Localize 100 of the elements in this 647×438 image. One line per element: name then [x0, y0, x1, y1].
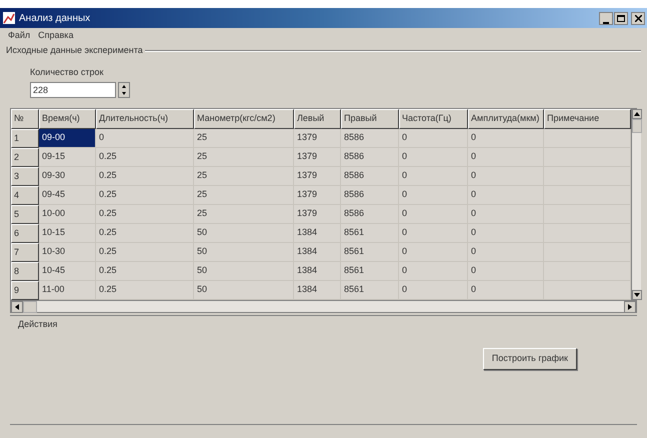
minimize-button[interactable] — [599, 12, 613, 24]
table-cell: 11-00 — [39, 281, 96, 300]
column-header[interactable]: Частота(Гц) — [399, 109, 468, 129]
scroll-thumb[interactable] — [23, 300, 37, 312]
close-button[interactable] — [631, 12, 645, 24]
table-cell: 50 — [194, 243, 294, 262]
group-title: Действия — [17, 318, 58, 331]
table-cell: 0 — [399, 167, 468, 186]
plot-button[interactable]: Построить график — [482, 348, 577, 370]
table-cell: 0 — [399, 205, 468, 224]
table-cell: 1379 — [294, 148, 341, 167]
row-header[interactable]: 6 — [11, 224, 39, 243]
close-icon — [634, 14, 642, 22]
menu-item[interactable]: Файл — [8, 29, 30, 43]
table-cell: 0 — [96, 129, 194, 148]
table-cell: 0.25 — [96, 148, 194, 167]
table-cell: 0 — [468, 224, 544, 243]
table-cell: 0.25 — [96, 205, 194, 224]
table-cell: 8561 — [341, 262, 399, 281]
column-header[interactable]: Примечание — [544, 109, 631, 129]
table-cell: 0 — [399, 224, 468, 243]
table-cell: 8586 — [341, 167, 399, 186]
row-header[interactable]: 3 — [11, 167, 39, 186]
table-cell: 09-30 — [39, 167, 96, 186]
table-cell: 09-15 — [39, 148, 96, 167]
table-cell: 09-00 — [39, 129, 96, 148]
table-cell: 0 — [468, 186, 544, 205]
up-arrow-icon — [634, 112, 640, 116]
spin-button[interactable] — [118, 82, 130, 98]
table-cell: 1379 — [294, 167, 341, 186]
table-cell: 50 — [194, 224, 294, 243]
table-cell: 1384 — [294, 281, 341, 300]
table-cell: 1379 — [294, 205, 341, 224]
row-header[interactable]: 4 — [11, 186, 39, 205]
maximize-button[interactable] — [614, 12, 628, 24]
menu-item[interactable]: Справка — [38, 29, 74, 43]
row-header[interactable]: 1 — [11, 129, 39, 148]
field-label: Количество строк — [30, 66, 104, 79]
column-header[interactable]: Амплитуда(мкм) — [468, 109, 544, 129]
scroll-up-button[interactable] — [632, 109, 642, 119]
table-cell: 25 — [194, 129, 294, 148]
table-cell: 25 — [194, 148, 294, 167]
maximize-icon — [617, 14, 625, 22]
table-cell: 0 — [468, 281, 544, 300]
scroll-down-button[interactable] — [632, 290, 642, 300]
table-cell: 09-45 — [39, 186, 96, 205]
row-header[interactable]: 7 — [11, 243, 39, 262]
table-cell: 10-15 — [39, 224, 96, 243]
table-cell: 0 — [468, 262, 544, 281]
column-header[interactable]: Время(ч) — [39, 109, 96, 129]
left-arrow-icon — [15, 304, 19, 310]
table-cell: 0.25 — [96, 262, 194, 281]
table-cell: 1384 — [294, 224, 341, 243]
table-cell: 1384 — [294, 243, 341, 262]
table-cell: 8586 — [341, 205, 399, 224]
table-cell: 0 — [468, 243, 544, 262]
up-arrow-icon — [119, 83, 129, 90]
table-cell: 25 — [194, 186, 294, 205]
column-header[interactable]: Левый — [294, 109, 341, 129]
column-header[interactable]: Манометр(кгс/см2) — [194, 109, 294, 129]
column-header[interactable]: Длительность(ч) — [96, 109, 194, 129]
table-cell: 0.25 — [96, 224, 194, 243]
table-cell: 1379 — [294, 129, 341, 148]
table-cell: 50 — [194, 281, 294, 300]
table-cell: 0 — [399, 281, 468, 300]
scroll-thumb[interactable] — [632, 119, 642, 133]
column-header[interactable]: Правый — [341, 109, 399, 129]
row-header[interactable]: 5 — [11, 205, 39, 224]
table-cell: 0 — [468, 167, 544, 186]
down-arrow-icon — [634, 293, 640, 297]
table-cell: 0 — [468, 205, 544, 224]
minimize-icon — [603, 22, 609, 24]
table-cell: 1384 — [294, 262, 341, 281]
rows-count-field[interactable]: 228 — [30, 82, 116, 98]
table-cell: 8561 — [341, 243, 399, 262]
scroll-left-button[interactable] — [11, 300, 23, 312]
row-header[interactable]: 8 — [11, 262, 39, 281]
table-cell: 0 — [399, 186, 468, 205]
row-header[interactable]: 2 — [11, 148, 39, 167]
table-cell: 8561 — [341, 281, 399, 300]
table-cell: 0 — [399, 129, 468, 148]
table-cell: 0.25 — [96, 186, 194, 205]
table-cell: 0 — [468, 129, 544, 148]
right-arrow-icon — [628, 304, 632, 310]
table-cell: 0.25 — [96, 281, 194, 300]
window-title: Анализ данных — [19, 12, 90, 26]
table-cell: 25 — [194, 167, 294, 186]
row-header[interactable]: 9 — [11, 281, 39, 300]
table-cell: 8586 — [341, 148, 399, 167]
table-cell: 10-00 — [39, 205, 96, 224]
table-cell: 50 — [194, 262, 294, 281]
table-cell: 0.25 — [96, 243, 194, 262]
table-cell: 10-45 — [39, 262, 96, 281]
column-header: № — [11, 109, 39, 129]
scroll-right-button[interactable] — [624, 300, 636, 312]
table-cell: 0 — [399, 262, 468, 281]
group-title: Исходные данные эксперимента — [6, 44, 143, 57]
table-cell: 8586 — [341, 186, 399, 205]
down-arrow-icon — [119, 90, 129, 97]
table-cell: 0 — [399, 243, 468, 262]
